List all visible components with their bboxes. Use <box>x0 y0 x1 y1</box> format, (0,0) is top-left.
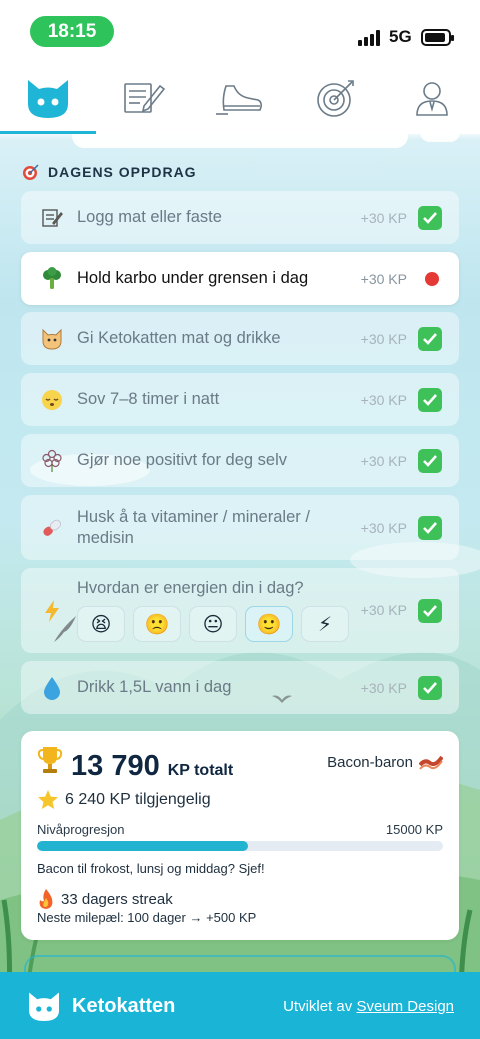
mission-reward: +30 KP <box>360 270 407 287</box>
streak-label: 33 dagers streak <box>61 890 173 908</box>
tab-profile[interactable] <box>384 62 480 134</box>
target-small-icon <box>23 164 39 180</box>
checkmark-icon[interactable] <box>418 515 442 540</box>
checkmark-icon[interactable] <box>418 326 442 351</box>
mission-label: Hold karbo under grensen i dag <box>77 269 309 287</box>
next-milestone: Neste milepæl: 100 dager → +500 KP <box>37 910 257 925</box>
cat-face-icon <box>39 326 65 352</box>
mission-reward: +30 KP <box>360 602 407 618</box>
bacon-icon <box>419 755 443 770</box>
checkmark-icon[interactable] <box>418 205 442 230</box>
energy-mood-picker: 😫 🙁 😐 🙂 ⚡ <box>77 606 349 642</box>
mission-item[interactable]: Hold karbo under grensen i dag +30 KP <box>21 252 459 305</box>
mission-label: Drikk 1,5L vann i dag <box>77 678 232 696</box>
rank-label: Bacon-baron <box>327 753 413 771</box>
missions-header: DAGENS OPPDRAG <box>22 163 197 181</box>
pending-dot-icon[interactable] <box>425 271 439 286</box>
level-progress-bar <box>37 841 443 851</box>
mission-item[interactable]: Drikk 1,5L vann i dag +30 KP <box>21 661 459 714</box>
mission-label: Logg mat eller faste <box>77 208 222 226</box>
profile-icon <box>416 82 448 116</box>
target-icon <box>317 80 354 117</box>
available-points: 6 240 KP tilgjengelig <box>37 789 211 811</box>
mission-reward: +30 KP <box>360 391 407 408</box>
missions-title: DAGENS OPPDRAG <box>48 164 197 180</box>
checkmark-icon[interactable] <box>418 675 442 700</box>
checkmark-icon[interactable] <box>418 599 442 623</box>
tab-goals[interactable] <box>288 62 384 134</box>
mission-item-energy[interactable]: Hvordan er energien din i dag? 😫 🙁 😐 🙂 ⚡… <box>21 568 459 653</box>
fire-icon <box>39 889 53 909</box>
status-time: 18:15 <box>30 16 114 47</box>
notepad-icon <box>39 205 65 231</box>
mission-label: Hvordan er energien din i dag? <box>77 579 304 597</box>
credit-prefix: Utviklet av <box>283 998 353 1015</box>
footer-credit: Utviklet av Sveum Design <box>283 998 454 1015</box>
bird-icon <box>54 616 76 642</box>
level-progress-label: Nivåprogresjon <box>37 822 125 837</box>
footer-brand: Ketokatten <box>72 995 176 1017</box>
mission-reward: +30 KP <box>360 330 407 347</box>
trophy-icon <box>37 747 63 773</box>
sneaker-icon <box>216 85 262 115</box>
droplet-icon <box>39 675 65 701</box>
mission-item[interactable]: Husk å ta vitaminer / mineraler / medisi… <box>21 495 459 560</box>
mission-reward: +30 KP <box>360 519 407 536</box>
credit-link[interactable]: Sveum Design <box>356 998 454 1015</box>
tab-activity[interactable] <box>192 62 288 134</box>
stats-card: 13 790 KP totalt Bacon-baron 6 240 KP ti… <box>21 731 459 940</box>
tab-cat[interactable] <box>0 62 96 134</box>
rank-quote: Bacon til frokost, lunsj og middag? Sjef… <box>37 861 265 876</box>
status-bar: 18:15 5G <box>0 0 480 62</box>
cat-icon <box>28 80 68 118</box>
broccoli-icon <box>39 266 65 292</box>
mission-item[interactable]: Sov 7–8 timer i natt +30 KP <box>21 373 459 426</box>
battery-icon <box>421 29 454 46</box>
flower-icon <box>39 448 65 474</box>
notes-icon <box>124 83 166 113</box>
checkmark-icon[interactable] <box>418 448 442 473</box>
mission-reward: +30 KP <box>360 679 407 696</box>
level-progress-fill <box>37 841 249 851</box>
mood-option[interactable]: 😐 <box>189 606 237 642</box>
cat-logo-icon <box>29 992 59 1021</box>
tab-notes[interactable] <box>96 62 192 134</box>
mood-option[interactable]: ⚡ <box>301 606 349 642</box>
available-points-label: 6 240 KP tilgjengelig <box>65 791 211 808</box>
rank-badge: Bacon-baron <box>327 753 443 771</box>
mission-reward: +30 KP <box>360 209 407 226</box>
mission-label: Husk å ta vitaminer / mineraler / medisi… <box>77 507 310 547</box>
total-points-value: 13 790 <box>71 750 160 782</box>
streak: 33 dagers streak <box>37 888 173 910</box>
pill-icon <box>39 515 65 541</box>
mood-option[interactable]: 🙁 <box>133 606 181 642</box>
mission-label: Sov 7–8 timer i natt <box>77 390 220 408</box>
star-icon <box>38 790 58 809</box>
footer: Ketokatten Utviklet av Sveum Design <box>0 972 480 1039</box>
mission-label: Gi Ketokatten mat og drikke <box>77 329 281 347</box>
sleeping-face-icon <box>39 387 65 413</box>
mood-option[interactable]: 😫 <box>77 606 125 642</box>
mission-item[interactable]: Logg mat eller faste +30 KP <box>21 191 459 244</box>
total-points: 13 790 KP totalt <box>37 745 233 783</box>
mission-label: Gjør noe positivt for deg selv <box>77 451 288 469</box>
mission-item[interactable]: Gi Ketokatten mat og drikke +30 KP <box>21 312 459 365</box>
signal-icon <box>358 30 382 46</box>
level-progress-max: 15000 KP <box>385 822 443 837</box>
mission-item[interactable]: Gjør noe positivt for deg selv +30 KP <box>21 434 459 487</box>
total-points-unit: KP totalt <box>167 762 234 779</box>
top-nav <box>0 62 480 134</box>
bird-icon <box>272 695 292 703</box>
mood-option-selected[interactable]: 🙂 <box>245 606 293 642</box>
mission-reward: +30 KP <box>360 452 407 469</box>
checkmark-icon[interactable] <box>418 387 442 412</box>
network-label: 5G <box>389 27 412 46</box>
